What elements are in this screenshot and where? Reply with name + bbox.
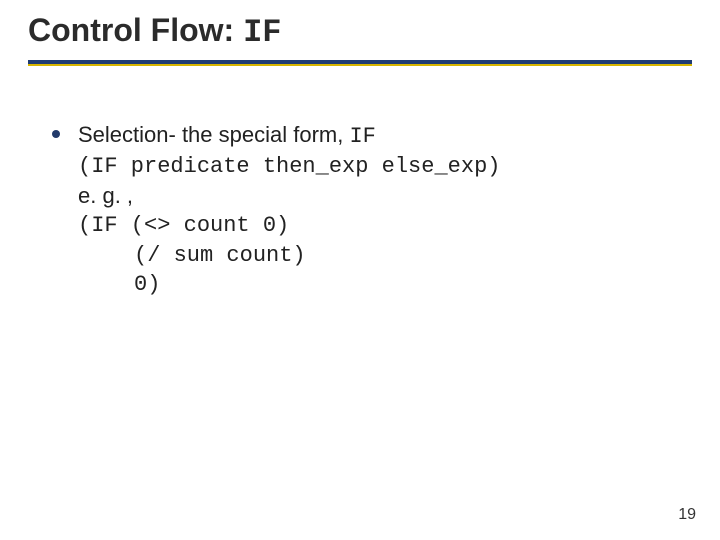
code-line-3: (/ sum count) [78,241,680,271]
slide-title: Control Flow: IF [28,12,281,51]
page-number: 19 [678,506,696,524]
bullet-icon [52,130,60,138]
code-line-4: 0) [78,270,680,300]
eg-line: e. g. , [78,181,680,211]
bullet-lead-text: Selection- the special form, [78,122,349,147]
bullet-body: Selection- the special form, IF (IF pred… [78,120,680,300]
slide: Control Flow: IF Selection- the special … [0,0,720,540]
code-line-2: (IF (<> count 0) [78,211,680,241]
content-area: Selection- the special form, IF (IF pred… [52,120,680,300]
bullet-lead-code: IF [349,124,375,149]
code-line-1: (IF predicate then_exp else_exp) [78,152,680,182]
title-text: Control Flow: [28,12,243,48]
bullet-item: Selection- the special form, IF (IF pred… [52,120,680,300]
title-rule [28,60,692,66]
title-code: IF [243,14,281,51]
bullet-first-line: Selection- the special form, IF [78,120,680,152]
